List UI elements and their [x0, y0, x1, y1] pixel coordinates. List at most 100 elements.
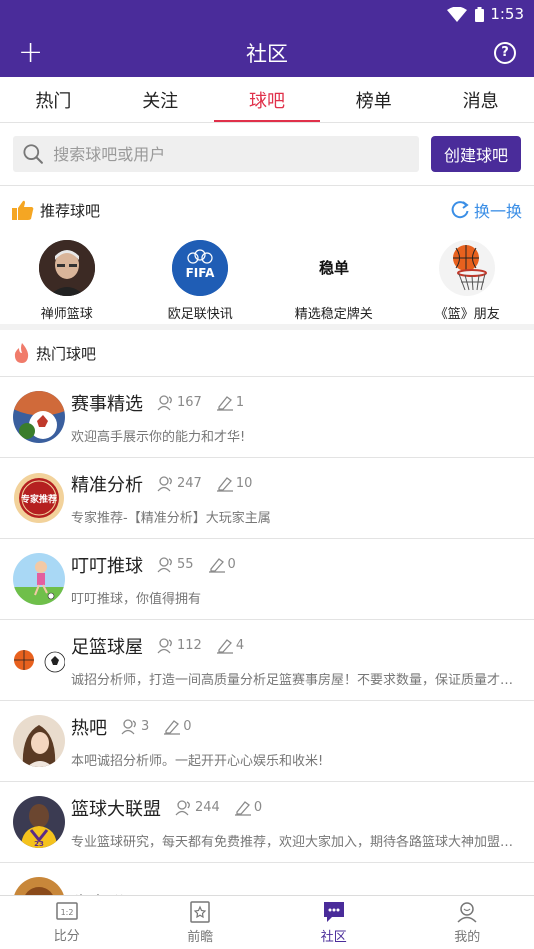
refresh-button[interactable]: 换一换 [450, 198, 522, 222]
recommend-item-name: 《篮》朋友 [434, 307, 500, 322]
add-icon[interactable]: + [18, 37, 43, 68]
members-icon [157, 394, 172, 410]
refresh-icon [451, 201, 469, 219]
list-item[interactable]: 专家推荐 精准分析 247 10 专家推荐-【精准分析】大玩家主属 [0, 458, 534, 539]
help-icon[interactable]: ? [494, 41, 516, 64]
svg-text:FIFA: FIFA [186, 266, 215, 280]
recommend-item[interactable]: FIFA 欧足联快讯 [134, 240, 268, 324]
list-item[interactable]: 叮叮推球 55 0 叮叮推球，你值得拥有 [0, 539, 534, 620]
svg-text:稳单: 稳单 [319, 259, 349, 277]
profile-icon [457, 901, 477, 923]
tab-follow[interactable]: 关注 [107, 77, 214, 122]
club-description: 专家推荐-【精准分析】大玩家主属 [71, 510, 271, 526]
refresh-label: 换一换 [473, 202, 522, 221]
thumbs-up-icon [12, 200, 34, 220]
svg-text:1:2: 1:2 [60, 908, 73, 917]
tab-hot[interactable]: 热门 [0, 77, 107, 122]
edit-icon [164, 719, 181, 735]
members-icon [157, 475, 172, 491]
post-count: 0 [234, 800, 262, 816]
edit-icon [234, 800, 251, 816]
nav-scores[interactable]: 1:2 比分 [0, 896, 134, 949]
nav-community[interactable]: 社区 [267, 896, 401, 949]
club-info: 热吧 3 0 本吧诚招分析师。一起开开心心娱乐和收米! [71, 714, 521, 769]
create-club-button[interactable]: 创建球吧 [430, 136, 521, 172]
recommend-item-name: 禅师篮球 [40, 307, 93, 322]
post-count: 0 [208, 557, 236, 573]
recommend-item-name: 精选稳定牌关 [294, 307, 373, 322]
status-time: 1:53 [490, 5, 524, 23]
tab-clubs[interactable]: 球吧 [213, 77, 321, 122]
club-description: 诚招分析师，打造一间高质量分析足篮赛事房屋！不要求数量，保证质量才是王道 [71, 672, 521, 688]
avatar [38, 240, 95, 296]
avatar [13, 391, 65, 443]
scoreboard-icon: 1:2 [56, 901, 78, 920]
edit-icon [216, 638, 233, 654]
club-name: 热吧 [71, 717, 107, 739]
app-bar: + 社区 ? [0, 28, 534, 77]
recommend-list: 禅师篮球 FIFA 欧足联快讯 稳单 精选稳定牌关 《篮》朋友 [0, 234, 534, 324]
search-input[interactable] [53, 144, 409, 164]
list-item[interactable]: 赛事精选 167 1 欢迎高手展示你的能力和才华! [0, 377, 534, 458]
nav-label: 前瞻 [187, 929, 214, 945]
club-info: 足篮球屋 112 4 诚招分析师，打造一间高质量分析足篮赛事房屋！不要求数量，保… [71, 633, 521, 688]
list-item[interactable]: 足篮球屋 112 4 诚招分析师，打造一间高质量分析足篮赛事房屋！不要求数量，保… [0, 620, 534, 701]
nav-label: 我的 [454, 929, 481, 945]
recommend-item[interactable]: 《篮》朋友 [401, 240, 534, 324]
members-icon [157, 556, 172, 572]
member-count: 3 [121, 718, 149, 735]
flame-icon [14, 343, 29, 363]
nav-preview[interactable]: 前瞻 [134, 896, 268, 949]
basketball-hoop-icon [439, 240, 496, 296]
tab-messages[interactable]: 消息 [427, 77, 534, 122]
battery-icon [475, 6, 485, 22]
chat-icon [323, 901, 344, 922]
post-count: 0 [163, 719, 192, 735]
balls-icon [13, 634, 65, 686]
wifi-icon [447, 6, 468, 22]
club-name: 叮叮推球 [71, 555, 143, 577]
post-count: 10 [216, 476, 252, 492]
nav-profile[interactable]: 我的 [401, 896, 534, 949]
steady-logo: 稳单 [305, 240, 362, 296]
edit-icon [216, 476, 233, 492]
svg-text:23: 23 [34, 840, 44, 848]
fifa-logo: FIFA [172, 240, 229, 296]
list-item[interactable]: 热吧 3 0 本吧诚招分析师。一起开开心心娱乐和收米! [0, 701, 534, 782]
post-count: 4 [216, 638, 244, 654]
members-icon [157, 637, 172, 653]
search-box[interactable] [13, 136, 419, 172]
club-description: 欢迎高手展示你的能力和才华! [71, 429, 246, 445]
tab-rankings[interactable]: 榜单 [320, 77, 427, 122]
members-icon [175, 799, 190, 815]
hot-clubs-title: 热门球吧 [36, 344, 97, 363]
svg-text:专家推荐: 专家推荐 [21, 493, 57, 505]
club-info: 叮叮推球 55 0 叮叮推球，你值得拥有 [71, 552, 521, 607]
club-info: 精准分析 247 10 专家推荐-【精准分析】大玩家主属 [71, 471, 521, 526]
star-card-icon [190, 900, 210, 923]
hot-clubs-header: 热门球吧 [0, 330, 534, 377]
expert-badge-icon: 专家推荐 [13, 472, 65, 524]
recommend-header: 推荐球吧 换一换 [0, 186, 534, 234]
recommend-item[interactable]: 稳单 精选稳定牌关 [267, 240, 401, 324]
bottom-nav: 1:2 比分 前瞻 社区 我的 [0, 895, 534, 949]
avatar [13, 553, 65, 605]
post-count: 1 [216, 395, 244, 411]
member-count: 244 [175, 799, 220, 816]
recommend-title-group: 推荐球吧 [12, 200, 100, 221]
recommend-item-name: 欧足联快讯 [167, 307, 233, 322]
club-name: 篮球大联盟 [71, 798, 161, 820]
page-title: 社区 [246, 41, 288, 66]
member-count: 167 [157, 394, 202, 411]
member-count: 112 [157, 637, 202, 654]
avatar: 23 [13, 796, 65, 848]
member-count: 55 [157, 556, 194, 573]
club-name: 足篮球屋 [71, 636, 143, 658]
club-description: 专业篮球研究，每天都有免费推荐，欢迎大家加入，期待各路篮球大神加盟共同进步 [71, 834, 521, 850]
recommend-item[interactable]: 禅师篮球 [0, 240, 134, 324]
list-item[interactable]: 23 篮球大联盟 244 0 专业篮球研究，每天都有免费推荐，欢迎大家加入，期待… [0, 782, 534, 863]
members-icon [121, 718, 136, 734]
search-row: 创建球吧 [0, 123, 534, 186]
search-icon [23, 144, 43, 164]
club-name: 精准分析 [71, 474, 143, 496]
